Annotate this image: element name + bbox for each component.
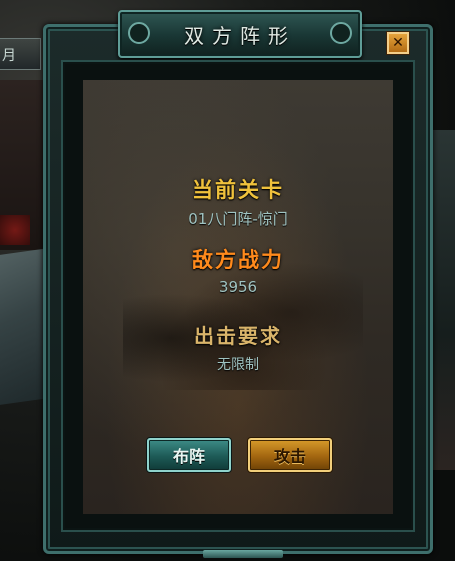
background-side-tab[interactable]: 月 xyxy=(0,38,41,70)
formation-button[interactable]: 布阵 xyxy=(147,438,231,472)
battle-preview-area: 当前关卡 01八门阵-惊门 敌方战力 3956 出击要求 无限制 xyxy=(83,80,393,514)
enemy-power-value: 3956 xyxy=(218,278,258,296)
formation-button-label: 布阵 xyxy=(172,447,205,466)
stage-label: 当前关卡 xyxy=(192,177,284,202)
requirement-value: 无限制 xyxy=(217,357,259,373)
close-button[interactable]: ✕ xyxy=(387,32,409,54)
attack-button-label: 攻击 xyxy=(273,447,306,466)
side-tab-label: 月 xyxy=(2,48,16,64)
bottom-ornament xyxy=(203,550,283,558)
dialog-title: 双方阵形 xyxy=(184,24,296,48)
attack-button[interactable]: 攻击 xyxy=(248,438,332,472)
stage-value: 01八门阵-惊门 xyxy=(188,210,288,228)
close-icon: ✕ xyxy=(392,35,404,51)
dialog-inner-frame: 当前关卡 01八门阵-惊门 敌方战力 3956 出击要求 无限制 xyxy=(61,60,415,532)
enemy-power-label: 敌方战力 xyxy=(192,247,284,272)
background-red-banner xyxy=(0,215,30,245)
game-screen: 月 双方阵形 ✕ 当前关卡 01八门阵-惊门 敌方战力 3956 出击要求 无限… xyxy=(0,0,455,561)
formation-dialog: 双方阵形 ✕ 当前关卡 01八门阵-惊门 敌方战力 3956 出击要求 无限制 … xyxy=(43,10,433,558)
requirement-label: 出击要求 xyxy=(194,324,282,348)
title-plate: 双方阵形 xyxy=(118,10,362,58)
